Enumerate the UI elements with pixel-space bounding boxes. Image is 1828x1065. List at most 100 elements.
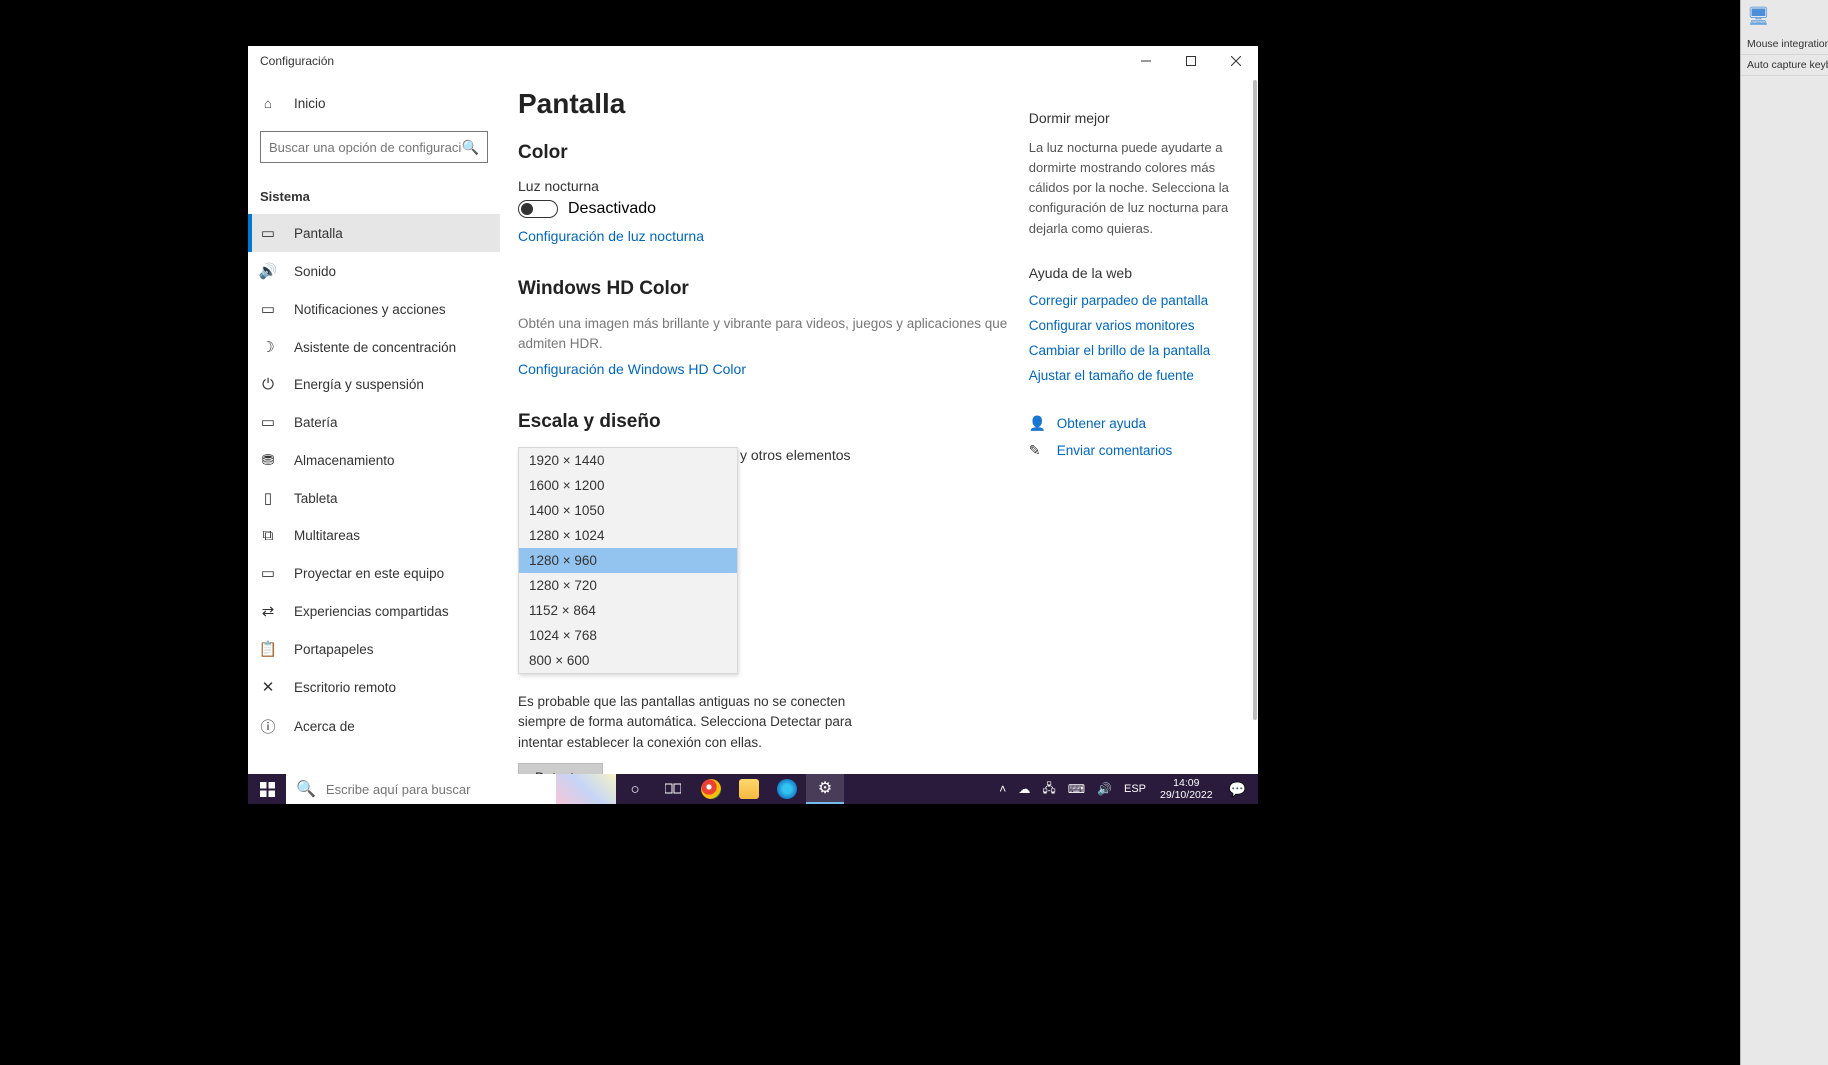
help-link-brightness[interactable]: Cambiar el brillo de la pantalla [1029, 343, 1230, 358]
window-controls [1123, 46, 1258, 76]
resolution-option[interactable]: 1600 × 1200 [519, 473, 737, 498]
start-button[interactable] [248, 774, 286, 804]
action-center-button[interactable]: 💬 [1223, 781, 1252, 798]
maximize-button[interactable] [1168, 46, 1213, 76]
sidebar-item-label: Multitareas [294, 528, 360, 543]
tray-input-icon[interactable]: ⌨ [1064, 782, 1089, 796]
hd-color-settings-link[interactable]: Configuración de Windows HD Color [518, 361, 1009, 377]
home-label: Inicio [294, 96, 326, 111]
resolution-option-selected[interactable]: 1280 × 960 [519, 548, 737, 573]
sidebar-item-label: Acerca de [294, 719, 355, 734]
sidebar-item-asistente-concentracion[interactable]: ☽ Asistente de concentración [248, 328, 500, 366]
night-light-toggle-row: Desactivado [518, 200, 1009, 218]
scrollbar[interactable] [1252, 76, 1258, 804]
close-button[interactable] [1213, 46, 1258, 76]
sidebar-item-energia[interactable]: ⏻ Energía y suspensión [248, 366, 500, 403]
feedback-icon: ✎ [1029, 442, 1045, 459]
resolution-options-list: 1920 × 1440 1600 × 1200 1400 × 1050 1280… [518, 447, 738, 674]
battery-icon: ▭ [260, 413, 276, 431]
page-title: Pantalla [518, 88, 1009, 120]
sidebar-item-pantalla[interactable]: ▭ Pantalla [248, 214, 500, 252]
vm-host-panel: 🖥 Mouse integration … Auto capture keybo… [1740, 0, 1828, 1065]
resolution-option[interactable]: 1280 × 1024 [519, 523, 737, 548]
sidebar-item-proyectar[interactable]: ▭ Proyectar en este equipo [248, 554, 500, 592]
edge-icon [777, 779, 797, 799]
tray-network-icon[interactable]: 🖧 [1038, 779, 1059, 800]
tray-onedrive-icon[interactable]: ☁ [1014, 782, 1034, 796]
sidebar-item-label: Asistente de concentración [294, 340, 456, 355]
sidebar-item-bateria[interactable]: ▭ Batería [248, 403, 500, 441]
close-icon [1231, 56, 1241, 66]
remote-icon: ✕ [260, 678, 276, 696]
taskbar-clock[interactable]: 14:09 29/10/2022 [1154, 777, 1219, 801]
settings-sidebar: ⌂ Inicio 🔍 Sistema ▭ Pantalla 🔊 Sonido ▭… [248, 76, 500, 804]
night-light-toggle[interactable] [518, 200, 558, 218]
taskbar-decoration [556, 774, 616, 804]
main-right-column: Dormir mejor La luz nocturna puede ayuda… [1029, 88, 1230, 804]
sidebar-item-notificaciones[interactable]: ▭ Notificaciones y acciones [248, 290, 500, 328]
storage-icon: ⛃ [260, 451, 276, 469]
taskbar-search-input[interactable] [326, 782, 546, 797]
resolution-option[interactable]: 1152 × 864 [519, 598, 737, 623]
tray-chevron-icon[interactable]: ˄ [995, 782, 1010, 796]
sleep-better-heading: Dormir mejor [1029, 110, 1230, 126]
main-panel: Pantalla Color Luz nocturna Desactivado … [500, 76, 1258, 804]
taskview-icon [665, 783, 681, 795]
taskbar-chrome[interactable] [692, 774, 730, 804]
task-view-button[interactable] [654, 774, 692, 804]
sidebar-item-label: Sonido [294, 264, 336, 279]
get-help-link[interactable]: Obtener ayuda [1057, 416, 1146, 431]
sidebar-item-almacenamiento[interactable]: ⛃ Almacenamiento [248, 441, 500, 479]
notifications-icon: ▭ [260, 300, 276, 318]
sidebar-item-sonido[interactable]: 🔊 Sonido [248, 252, 500, 290]
language-indicator[interactable]: ESP [1120, 783, 1150, 795]
taskbar-edge[interactable] [768, 774, 806, 804]
settings-search-box[interactable]: 🔍 [260, 131, 488, 163]
scrollbar-thumb[interactable] [1253, 80, 1257, 720]
hd-color-heading: Windows HD Color [518, 278, 1009, 300]
tray-volume-icon[interactable]: 🔊 [1093, 782, 1116, 796]
help-link-fontsize[interactable]: Ajustar el tamaño de fuente [1029, 368, 1230, 383]
search-icon: 🔍 [296, 779, 316, 799]
taskbar-explorer[interactable] [730, 774, 768, 804]
help-icon: 👤 [1029, 415, 1045, 432]
sidebar-item-portapapeles[interactable]: 📋 Portapapeles [248, 630, 500, 668]
resolution-option[interactable]: 800 × 600 [519, 648, 737, 673]
help-link-monitors[interactable]: Configurar varios monitores [1029, 318, 1230, 333]
sidebar-item-multitareas[interactable]: ⧉ Multitareas [248, 517, 500, 554]
project-icon: ▭ [260, 564, 276, 582]
taskbar-settings[interactable]: ⚙ [806, 774, 844, 804]
night-light-settings-link[interactable]: Configuración de luz nocturna [518, 228, 1009, 244]
cortana-button[interactable]: ○ [616, 774, 654, 804]
focus-icon: ☽ [260, 338, 276, 356]
feedback-row[interactable]: ✎ Enviar comentarios [1029, 442, 1230, 459]
home-link[interactable]: ⌂ Inicio [248, 88, 500, 119]
sidebar-item-tableta[interactable]: ▯ Tableta [248, 479, 500, 517]
sidebar-item-label: Pantalla [294, 226, 343, 241]
info-icon: ⓘ [260, 716, 276, 737]
resolution-option[interactable]: 1920 × 1440 [519, 448, 737, 473]
window-title: Configuración [260, 54, 334, 68]
home-icon: ⌂ [260, 96, 276, 111]
help-link-flicker[interactable]: Corregir parpadeo de pantalla [1029, 293, 1230, 308]
search-icon: 🔍 [462, 139, 479, 156]
resolution-option[interactable]: 1024 × 768 [519, 623, 737, 648]
sidebar-item-label: Escritorio remoto [294, 680, 396, 695]
sidebar-item-experiencias[interactable]: ⇄ Experiencias compartidas [248, 592, 500, 630]
sidebar-item-label: Portapapeles [294, 642, 374, 657]
taskbar-search[interactable]: 🔍 [286, 774, 556, 804]
resolution-option[interactable]: 1400 × 1050 [519, 498, 737, 523]
minimize-button[interactable] [1123, 46, 1168, 76]
sidebar-item-escritorio-remoto[interactable]: ✕ Escritorio remoto [248, 668, 500, 706]
system-tray: ˄ ☁ 🖧 ⌨ 🔊 ESP 14:09 29/10/2022 💬 [995, 777, 1258, 801]
clock-time: 14:09 [1160, 777, 1213, 789]
feedback-link[interactable]: Enviar comentarios [1057, 443, 1173, 458]
resolution-option[interactable]: 1280 × 720 [519, 573, 737, 598]
sidebar-item-label: Proyectar en este equipo [294, 566, 444, 581]
maximize-icon [1186, 56, 1196, 66]
sidebar-item-acerca-de[interactable]: ⓘ Acerca de [248, 706, 500, 747]
get-help-row[interactable]: 👤 Obtener ayuda [1029, 415, 1230, 432]
sidebar-item-label: Experiencias compartidas [294, 604, 449, 619]
sleep-better-description: La luz nocturna puede ayudarte a dormirt… [1029, 138, 1230, 239]
settings-search-input[interactable] [269, 140, 462, 155]
